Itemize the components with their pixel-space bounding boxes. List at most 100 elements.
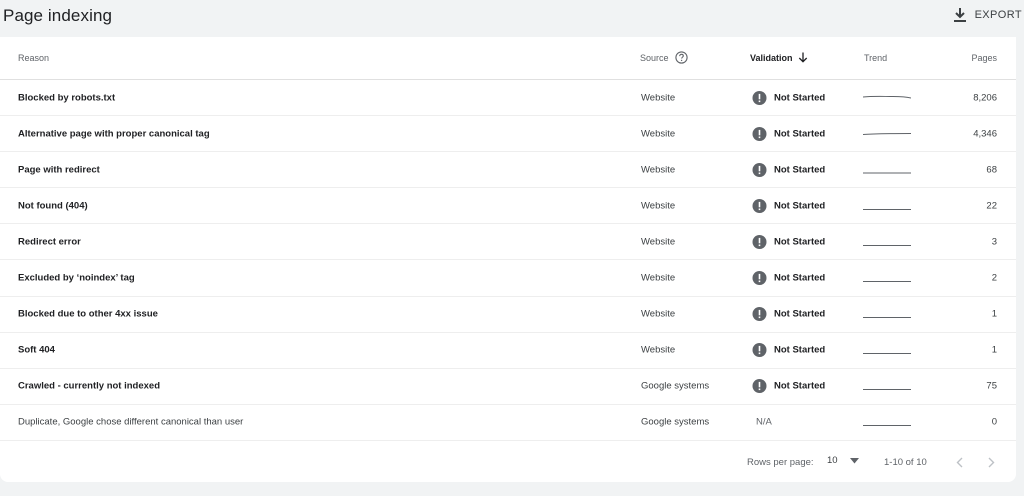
table-row[interactable]: Soft 404 Website Not Started 1 (0, 333, 1016, 369)
page-title: Page indexing (3, 6, 113, 25)
pages-cell: 2 (991, 272, 997, 284)
alert-circle-icon (752, 198, 767, 213)
column-header-trend: Trend (864, 53, 888, 63)
reason-cell: Duplicate, Google chose different canoni… (18, 416, 244, 428)
trend-sparkline (863, 271, 911, 285)
pages-cell: 68 (986, 164, 997, 176)
trend-sparkline (863, 379, 911, 393)
download-icon (953, 8, 966, 22)
alert-circle-icon (752, 162, 767, 177)
reason-cell: Page with redirect (18, 164, 100, 176)
validation-cell: Not Started (752, 379, 825, 394)
pages-cell: 1 (991, 344, 997, 356)
caret-down-icon (849, 457, 859, 463)
column-header-source[interactable]: Source (640, 51, 688, 64)
validation-cell: Not Started (752, 90, 825, 105)
trend-sparkline (863, 307, 911, 321)
reason-cell: Redirect error (18, 236, 81, 248)
column-header-source-label: Source (640, 52, 669, 63)
trend-sparkline (863, 415, 911, 429)
reason-cell: Alternative page with proper canonical t… (18, 128, 210, 140)
reason-cell: Crawled - currently not indexed (18, 380, 160, 392)
table-row[interactable]: Blocked due to other 4xx issue Website N… (0, 297, 1016, 333)
page-indexing-table-card: Reason Source Validation Trend Pages Blo… (0, 37, 1016, 482)
trend-sparkline (863, 199, 911, 213)
validation-status: Not Started (774, 308, 826, 320)
pages-cell: 1 (991, 308, 997, 320)
pages-cell: 0 (991, 416, 997, 428)
table-row[interactable]: Crawled - currently not indexed Google s… (0, 369, 1016, 405)
pages-cell: 22 (986, 200, 997, 212)
validation-status: Not Started (774, 344, 826, 356)
reason-cell: Not found (404) (18, 200, 88, 212)
validation-status: Not Started (774, 272, 826, 284)
validation-status: Not Started (774, 92, 826, 104)
help-circle-icon[interactable] (674, 51, 688, 64)
alert-circle-icon (752, 379, 767, 394)
source-cell: Website (641, 344, 676, 356)
reason-cell: Excluded by ‘noindex’ tag (18, 272, 135, 284)
validation-status: N/A (756, 416, 772, 428)
validation-cell: Not Started (752, 343, 825, 358)
source-cell: Website (641, 164, 676, 176)
table-row[interactable]: Blocked by robots.txt Website Not Starte… (0, 80, 1016, 117)
table-body: Blocked by robots.txt Website Not Starte… (0, 80, 1016, 441)
export-label: EXPORT (974, 9, 1022, 21)
column-header-pages[interactable]: Pages (971, 53, 997, 63)
reason-cell: Blocked by robots.txt (18, 92, 116, 104)
source-cell: Website (641, 128, 676, 140)
source-cell: Google systems (641, 416, 710, 428)
rows-per-page-value: 10 (827, 455, 838, 466)
validation-cell: Not Started (752, 162, 825, 177)
reason-cell: Soft 404 (18, 344, 55, 356)
alert-circle-icon (752, 234, 767, 249)
trend-sparkline (863, 91, 911, 105)
table-row[interactable]: Redirect error Website Not Started 3 (0, 224, 1016, 261)
alert-circle-icon (752, 271, 767, 286)
alert-circle-icon (752, 126, 767, 141)
pages-cell: 3 (991, 236, 997, 248)
column-header-validation[interactable]: Validation (750, 52, 808, 63)
validation-status: Not Started (774, 236, 826, 248)
validation-cell: Not Started (752, 307, 825, 322)
validation-status: Not Started (774, 164, 826, 176)
table-pagination: Rows per page: 10 1-10 of 10 (0, 447, 1016, 477)
arrow-down-icon (798, 52, 807, 63)
reason-cell: Blocked due to other 4xx issue (18, 308, 158, 320)
column-header-reason[interactable]: Reason (18, 53, 49, 63)
table-row[interactable]: Page with redirect Website Not Started 6… (0, 152, 1016, 189)
table-header-row: Reason Source Validation Trend Pages (0, 37, 1016, 80)
previous-page-button[interactable] (951, 453, 967, 471)
next-page-button[interactable] (983, 453, 999, 471)
source-cell: Website (641, 92, 676, 104)
table-row[interactable]: Alternative page with proper canonical t… (0, 116, 1016, 153)
validation-cell: Not Started (752, 198, 825, 213)
source-cell: Google systems (641, 380, 710, 392)
alert-circle-icon (752, 307, 767, 322)
validation-cell: Not Started (752, 234, 825, 249)
validation-cell: Not Started (752, 271, 825, 286)
trend-sparkline (863, 163, 911, 177)
pagination-range: 1-10 of 10 (884, 457, 927, 468)
rows-per-page-select[interactable]: 10 (827, 455, 859, 466)
source-cell: Website (641, 200, 676, 212)
chevron-right-icon (988, 457, 994, 467)
alert-circle-icon (752, 90, 767, 105)
source-cell: Website (641, 236, 676, 248)
table-row[interactable]: Not found (404) Website Not Started 22 (0, 188, 1016, 225)
rows-per-page-label: Rows per page: (747, 457, 814, 468)
validation-status: Not Started (774, 380, 826, 392)
table-row[interactable]: Excluded by ‘noindex’ tag Website Not St… (0, 260, 1016, 297)
table-row[interactable]: Duplicate, Google chose different canoni… (0, 405, 1016, 441)
validation-cell: N/A (756, 417, 772, 428)
pages-cell: 4,346 (973, 128, 997, 140)
trend-sparkline (863, 343, 911, 357)
validation-status: Not Started (774, 200, 826, 212)
alert-circle-icon (752, 343, 767, 358)
pages-cell: 8,206 (973, 92, 997, 104)
source-cell: Website (641, 308, 676, 320)
column-header-validation-label: Validation (750, 52, 793, 63)
export-button[interactable]: EXPORT (953, 4, 1022, 26)
trend-sparkline (863, 127, 911, 141)
validation-cell: Not Started (752, 126, 825, 141)
